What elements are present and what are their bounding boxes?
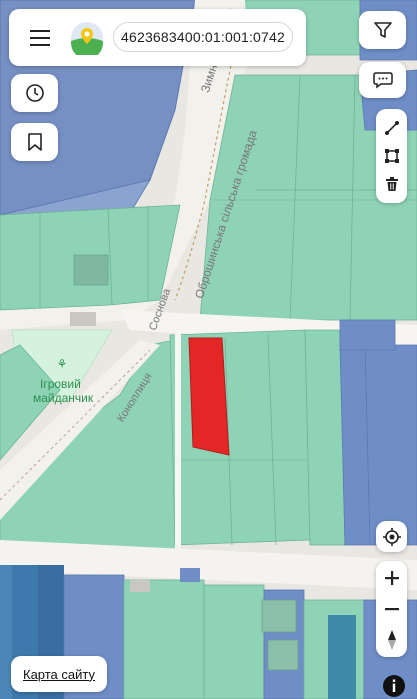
parcel [339,344,417,546]
building [70,312,96,326]
clock-icon [25,84,44,102]
building [261,599,297,633]
bookmark-icon [27,133,42,151]
site-map-link[interactable]: Карта сайту [11,656,107,692]
draw-polygon-button[interactable] [384,143,400,169]
info-icon [392,679,396,692]
cadastral-number-search-input[interactable]: 4623683400:01:001:0742 [113,22,293,52]
parcel [339,319,396,351]
zoom-out-button[interactable] [384,594,399,624]
menu-button[interactable] [27,25,53,51]
polygon-tool-icon [384,149,399,163]
line-tool-icon [384,121,399,135]
playground-label-line2: майданчик [33,391,94,405]
parcel [123,579,205,699]
locate-button[interactable] [376,521,407,552]
filter-button[interactable] [359,11,406,49]
parcel [328,615,356,699]
compass-icon [387,630,396,650]
cadastral-map[interactable]: ⚘ [0,0,417,699]
filter-icon [373,22,392,38]
zoom-in-button[interactable] [384,563,399,593]
building [73,254,109,286]
compass-button[interactable] [386,625,398,655]
building [267,639,299,671]
building [130,580,150,592]
chat-icon [372,72,393,89]
info-button[interactable] [383,675,405,697]
trash-icon [385,177,398,191]
zoom-controls [376,561,407,657]
app-logo[interactable] [70,21,104,55]
search-bar: 4623683400:01:001:0742 [9,9,306,66]
parcel [304,329,346,546]
playground-label-line1: Ігровий [40,377,81,391]
chat-button[interactable] [359,62,406,98]
svg-text:⚘: ⚘ [57,357,68,371]
draw-line-button[interactable] [384,115,400,141]
history-button[interactable] [11,74,58,112]
building [180,568,200,582]
drawing-tools [376,109,407,203]
selected-parcel [188,337,230,456]
delete-drawing-button[interactable] [384,171,400,197]
hamburger-icon [30,30,50,46]
bookmark-button[interactable] [11,123,58,161]
parcel [203,584,265,699]
plus-icon [384,571,399,585]
minus-icon [384,608,399,611]
locate-icon [382,527,401,546]
